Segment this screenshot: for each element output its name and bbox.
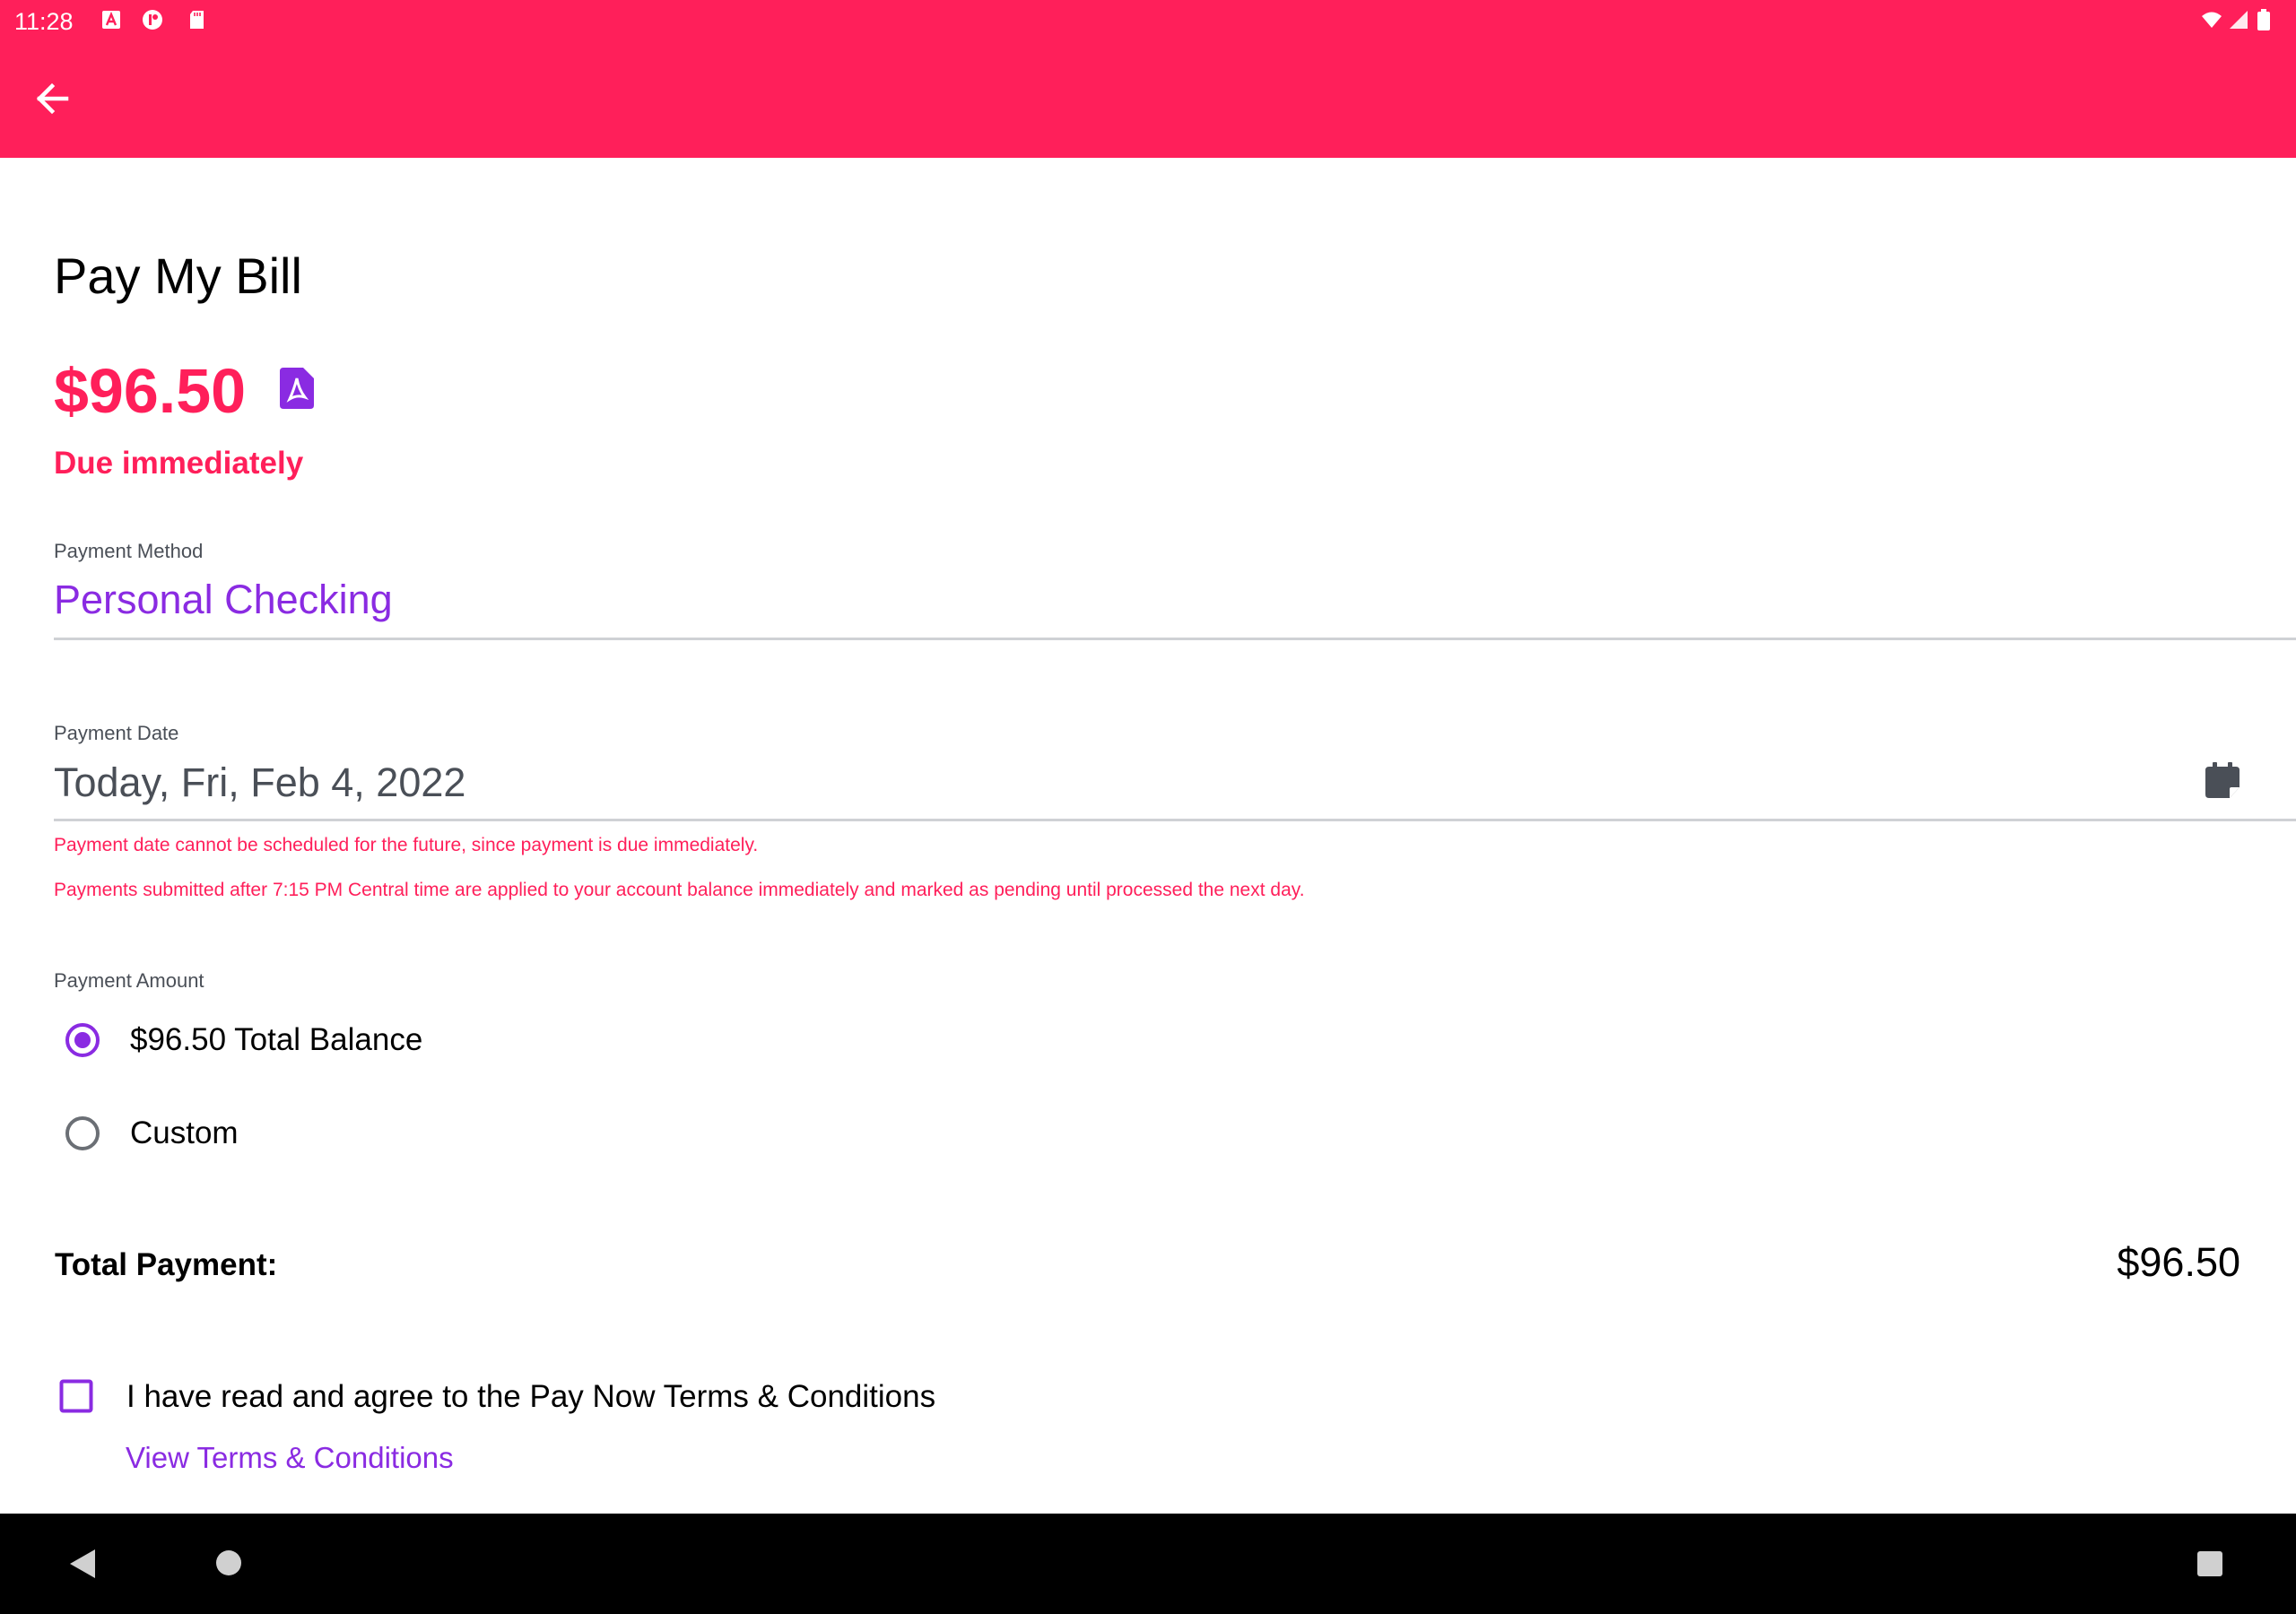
payment-date-warning: Payment date cannot be scheduled for the… xyxy=(54,835,759,855)
total-payment-label: Total Payment: xyxy=(55,1247,278,1282)
payment-amount-label: Payment Amount xyxy=(54,969,204,992)
payment-method-value: Personal Checking xyxy=(54,577,393,622)
nav-home-icon[interactable] xyxy=(213,1548,244,1578)
radio-custom-amount-label[interactable]: Custom xyxy=(130,1115,239,1152)
due-status: Due immediately xyxy=(54,446,304,481)
payment-date-underline xyxy=(54,819,2296,821)
nav-back-icon[interactable] xyxy=(68,1548,100,1580)
pdf-icon[interactable] xyxy=(280,368,314,409)
back-button[interactable] xyxy=(27,74,77,124)
terms-agreement-label[interactable]: I have read and agree to the Pay Now Ter… xyxy=(126,1378,935,1416)
radio-total-balance-label[interactable]: $96.50 Total Balance xyxy=(130,1021,422,1059)
payment-cutoff-note: Payments submitted after 7:15 PM Central… xyxy=(54,880,1305,900)
payment-date-label: Payment Date xyxy=(54,722,179,744)
messenger-notification-icon xyxy=(143,10,162,30)
page-title: Pay My Bill xyxy=(54,247,302,304)
battery-icon xyxy=(2257,9,2270,30)
system-nav-bar xyxy=(0,1514,2296,1614)
calendar-icon[interactable] xyxy=(2205,762,2240,800)
radio-custom-amount[interactable] xyxy=(65,1115,100,1151)
payment-date-value: Today, Fri, Feb 4, 2022 xyxy=(54,759,466,805)
status-time: 11:28 xyxy=(14,8,74,35)
total-payment-value: $96.50 xyxy=(2117,1239,2240,1285)
payment-method-dropdown[interactable]: Personal Checking xyxy=(54,565,2296,640)
view-terms-link[interactable]: View Terms & Conditions xyxy=(126,1439,454,1477)
sd-card-icon xyxy=(190,11,204,29)
terms-checkbox[interactable] xyxy=(59,1379,93,1413)
signal-icon xyxy=(2230,11,2248,29)
app-notification-icon xyxy=(102,11,120,29)
payment-method-label: Payment Method xyxy=(54,540,204,562)
bill-amount: $96.50 xyxy=(54,356,247,426)
app-header: 11:28 xyxy=(0,0,2296,158)
nav-recents-icon[interactable] xyxy=(2196,1549,2224,1578)
wifi-icon xyxy=(2202,12,2222,28)
payment-date-field: Today, Fri, Feb 4, 2022 xyxy=(54,748,2296,821)
radio-total-balance[interactable] xyxy=(65,1022,100,1058)
payment-method-underline xyxy=(54,638,2296,640)
